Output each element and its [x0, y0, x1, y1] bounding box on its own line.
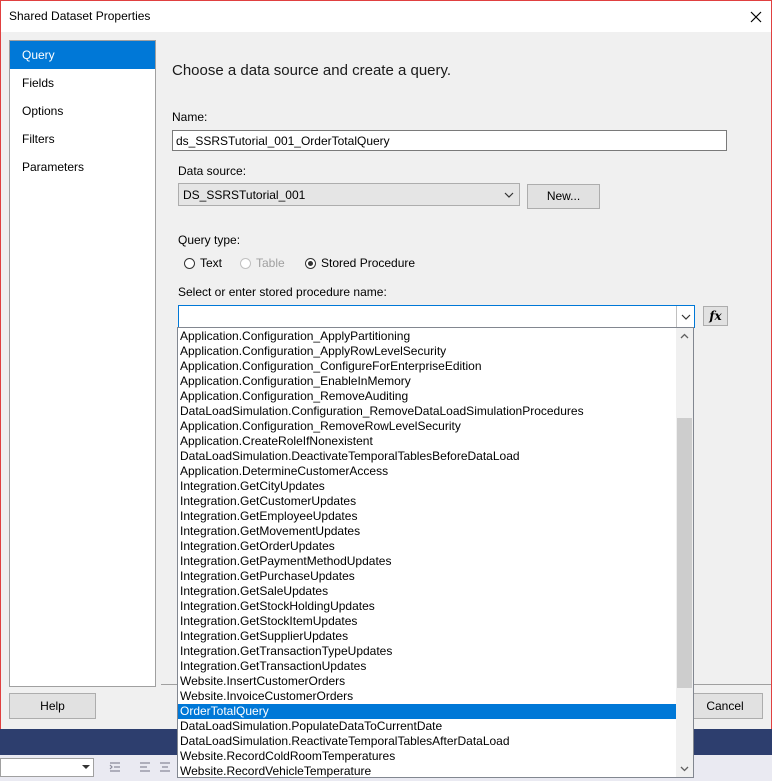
list-item[interactable]: DataLoadSimulation.ReactivateTemporalTab… — [178, 734, 677, 749]
scroll-up-button[interactable] — [676, 328, 693, 345]
list-item[interactable]: Website.InvoiceCustomerOrders — [178, 689, 677, 704]
expression-button[interactable]: fx — [703, 306, 728, 326]
datasource-select[interactable]: DS_SSRSTutorial_001 — [178, 183, 520, 206]
list-item[interactable]: Integration.GetStockItemUpdates — [178, 614, 677, 629]
window-title: Shared Dataset Properties — [9, 9, 151, 23]
nav-item-parameters[interactable]: Parameters — [10, 153, 155, 181]
radio-stored-procedure[interactable]: Stored Procedure — [305, 256, 415, 270]
list-item[interactable]: Application.Configuration_ApplyRowLevelS… — [178, 344, 677, 359]
list-item[interactable]: OrderTotalQuery — [178, 704, 677, 719]
name-field[interactable]: ds_SSRSTutorial_001_OrderTotalQuery — [172, 130, 727, 151]
help-button[interactable]: Help — [9, 693, 96, 719]
stored-procedure-list-items: Application.Configuration_ApplyPartition… — [178, 329, 677, 777]
stored-procedure-combo[interactable] — [178, 305, 695, 328]
radio-text[interactable]: Text — [184, 256, 222, 270]
cancel-button[interactable]: Cancel — [687, 693, 763, 719]
nav-item-fields[interactable]: Fields — [10, 69, 155, 97]
align-left-icon — [140, 762, 150, 772]
radio-stored-procedure-circle — [305, 257, 316, 269]
list-item[interactable]: Integration.GetStockHoldingUpdates — [178, 599, 677, 614]
list-item[interactable]: Application.CreateRoleIfNonexistent — [178, 434, 677, 449]
close-icon — [750, 11, 762, 22]
nav-item-query[interactable]: Query — [10, 41, 155, 69]
list-item[interactable]: Application.Configuration_RemoveAuditing — [178, 389, 677, 404]
list-item[interactable]: Integration.GetPaymentMethodUpdates — [178, 554, 677, 569]
list-item[interactable]: DataLoadSimulation.Configuration_RemoveD… — [178, 404, 677, 419]
list-item[interactable]: Application.Configuration_EnableInMemory — [178, 374, 677, 389]
list-item[interactable]: Integration.GetPurchaseUpdates — [178, 569, 677, 584]
title-bar: Shared Dataset Properties — [1, 1, 771, 32]
radio-text-circle — [184, 257, 195, 269]
nav-panel: Query Fields Options Filters Parameters — [9, 40, 156, 687]
align-center-icon — [160, 762, 170, 772]
stored-procedure-dropdown-button[interactable] — [676, 306, 694, 327]
list-item[interactable]: DataLoadSimulation.DeactivateTemporalTab… — [178, 449, 677, 464]
stored-procedure-list[interactable]: Application.Configuration_ApplyPartition… — [177, 327, 694, 778]
chevron-up-icon — [680, 333, 689, 339]
radio-table-circle — [240, 257, 251, 269]
list-item[interactable]: Application.DetermineCustomerAccess — [178, 464, 677, 479]
radio-text-label: Text — [200, 256, 223, 270]
list-item[interactable]: Integration.GetTransactionTypeUpdates — [178, 644, 677, 659]
querytype-label: Query type: — [178, 233, 241, 247]
list-item[interactable]: Integration.GetSupplierUpdates — [178, 629, 677, 644]
nav-item-filters[interactable]: Filters — [10, 125, 155, 153]
name-label: Name: — [172, 110, 208, 124]
list-item[interactable]: Website.RecordVehicleTemperature — [178, 764, 677, 777]
list-item[interactable]: Integration.GetEmployeeUpdates — [178, 509, 677, 524]
list-item[interactable]: Integration.GetOrderUpdates — [178, 539, 677, 554]
list-item[interactable]: DataLoadSimulation.PopulateDataToCurrent… — [178, 719, 677, 734]
chevron-down-icon — [680, 766, 689, 772]
list-item[interactable]: Integration.GetTransactionUpdates — [178, 659, 677, 674]
list-item[interactable]: Website.InsertCustomerOrders — [178, 674, 677, 689]
indent-icon — [109, 762, 120, 772]
list-item[interactable]: Website.RecordColdRoomTemperatures — [178, 749, 677, 764]
datasource-label: Data source: — [178, 164, 247, 178]
list-item[interactable]: Application.Configuration_ConfigureForEn… — [178, 359, 677, 374]
page-heading: Choose a data source and create a query. — [172, 62, 452, 79]
list-item[interactable]: Integration.GetSaleUpdates — [178, 584, 677, 599]
sp-label: Select or enter stored procedure name: — [178, 285, 387, 299]
triangle-down-icon — [82, 765, 90, 769]
background-combo[interactable] — [0, 758, 94, 777]
chevron-down-icon — [504, 192, 514, 198]
list-item[interactable]: Integration.GetCustomerUpdates — [178, 494, 677, 509]
close-button[interactable] — [741, 1, 771, 32]
scroll-down-button[interactable] — [676, 760, 693, 777]
radio-table: Table — [240, 256, 285, 270]
new-datasource-button[interactable]: New... — [527, 184, 600, 209]
list-item[interactable]: Integration.GetCityUpdates — [178, 479, 677, 494]
list-item[interactable]: Application.Configuration_RemoveRowLevel… — [178, 419, 677, 434]
scroll-thumb[interactable] — [677, 418, 692, 688]
nav-item-options[interactable]: Options — [10, 97, 155, 125]
list-item[interactable]: Application.Configuration_ApplyPartition… — [178, 329, 677, 344]
list-item[interactable]: Integration.GetMovementUpdates — [178, 524, 677, 539]
datasource-value: DS_SSRSTutorial_001 — [183, 188, 306, 202]
radio-stored-procedure-label: Stored Procedure — [321, 256, 416, 270]
list-scrollbar[interactable] — [676, 328, 693, 777]
radio-table-label: Table — [256, 256, 285, 270]
chevron-down-icon — [681, 314, 690, 320]
